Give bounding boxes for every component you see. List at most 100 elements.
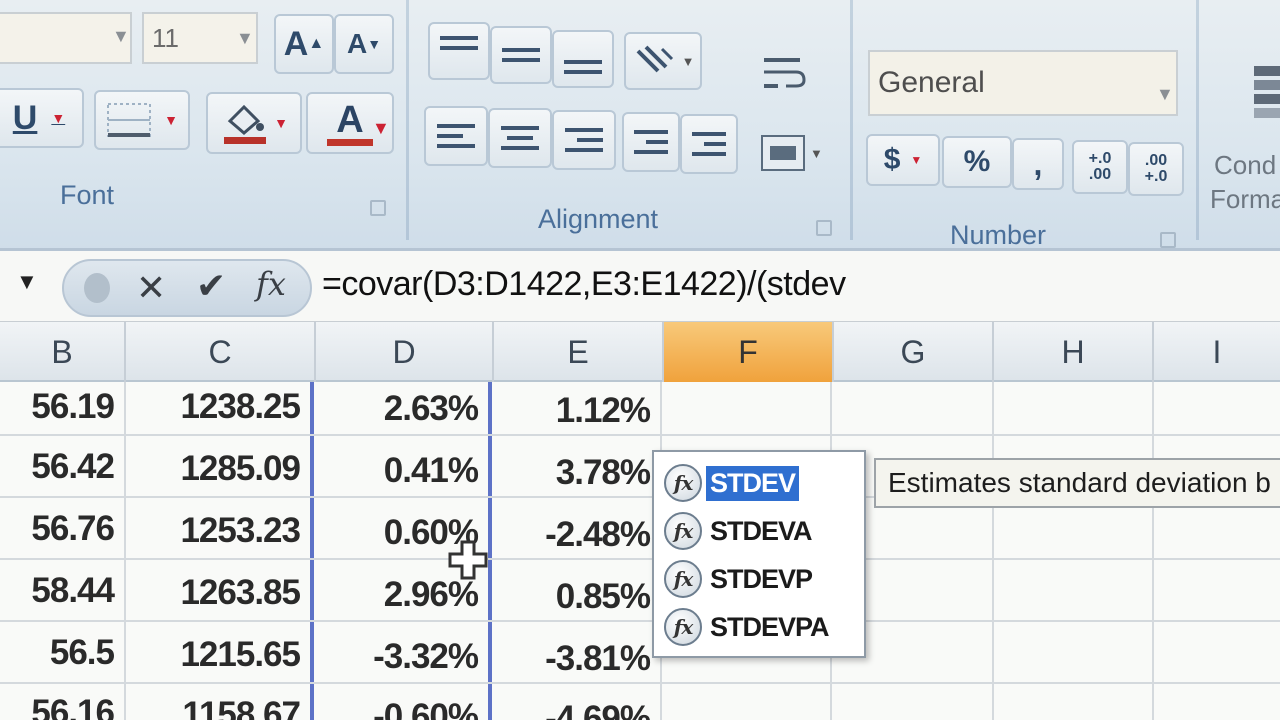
- cell-d[interactable]: 2.63%: [312, 378, 488, 440]
- alignment-group-label: Alignment: [538, 204, 659, 234]
- cell-e[interactable]: -2.48%: [490, 504, 660, 566]
- increase-indent-button[interactable]: [680, 114, 738, 174]
- number-format-dropdown-icon[interactable]: ▼: [1156, 84, 1174, 105]
- increase-decimal-label: +.0 .00: [1088, 150, 1112, 183]
- decrease-indent-button[interactable]: [622, 112, 680, 172]
- cell-e[interactable]: 3.78%: [490, 442, 660, 504]
- conditional-formatting-label[interactable]: Cond: [1214, 150, 1276, 181]
- merge-center-button[interactable]: ▼: [760, 128, 834, 178]
- conditional-formatting-label-2[interactable]: Forma: [1210, 184, 1280, 215]
- autocomplete-item-stdevpa[interactable]: fx STDEVPA: [664, 604, 833, 650]
- function-fx-icon: fx: [664, 560, 702, 598]
- paint-bucket-icon: [224, 104, 267, 144]
- function-fx-icon: fx: [664, 512, 702, 550]
- font-dialog-launcher[interactable]: [370, 200, 386, 216]
- conditional-formatting-icon[interactable]: [1250, 64, 1280, 128]
- currency-dropdown-icon[interactable]: ▼: [910, 153, 922, 167]
- ribbon-separator: [1196, 0, 1199, 240]
- column-header-c[interactable]: C: [126, 322, 316, 382]
- increase-indent-icon: [692, 132, 726, 156]
- align-middle-button[interactable]: [490, 26, 552, 84]
- column-header-d[interactable]: D: [316, 322, 494, 382]
- font-name-dropdown-icon[interactable]: ▼: [112, 26, 130, 47]
- shrink-font-button[interactable]: A ▼: [334, 14, 394, 74]
- align-middle-icon: [502, 48, 540, 62]
- font-color-dropdown-icon[interactable]: ▼: [372, 118, 390, 139]
- fill-color-button[interactable]: ▼: [206, 92, 302, 154]
- align-center-button[interactable]: [488, 108, 552, 168]
- number-dialog-launcher[interactable]: [1160, 232, 1176, 248]
- align-left-button[interactable]: [424, 106, 488, 166]
- text-orientation-icon: [636, 45, 673, 73]
- cell-c[interactable]: 1158.67: [124, 684, 310, 720]
- autocomplete-item-stdev[interactable]: fx STDEV: [664, 460, 800, 506]
- grid-line: [992, 382, 994, 720]
- cell-d[interactable]: -3.32%: [312, 626, 488, 688]
- autocomplete-item-stdevp[interactable]: fx STDEVP: [664, 556, 816, 602]
- cell-b[interactable]: 56.19: [0, 376, 124, 438]
- fill-color-dropdown-icon[interactable]: ▼: [274, 115, 288, 131]
- font-color-label: A: [336, 98, 364, 141]
- number-group-label: Number: [950, 220, 1047, 250]
- cell-d[interactable]: 0.41%: [312, 440, 488, 502]
- borders-dropdown-icon[interactable]: ▼: [164, 112, 178, 128]
- cell-c[interactable]: 1215.65: [124, 624, 310, 686]
- column-header-h[interactable]: H: [994, 322, 1154, 382]
- cell-c[interactable]: 1238.25: [124, 376, 310, 438]
- align-bottom-button[interactable]: [552, 30, 614, 88]
- cell-d[interactable]: -0.60%: [312, 686, 488, 720]
- percent-label: %: [963, 145, 991, 178]
- decrease-decimal-button[interactable]: .00 +.0: [1128, 142, 1184, 196]
- font-size-dropdown-icon[interactable]: ▼: [236, 28, 254, 49]
- cell-grid[interactable]: 56.19 1238.25 2.63% 1.12% 56.42 1285.09 …: [0, 382, 1280, 720]
- orientation-dropdown-icon[interactable]: ▼: [682, 54, 695, 69]
- cell-c[interactable]: 1263.85: [124, 562, 310, 624]
- align-top-button[interactable]: [428, 22, 490, 80]
- cell-b[interactable]: 58.44: [0, 560, 124, 622]
- merge-cells-icon: [761, 135, 805, 171]
- cell-e[interactable]: -3.81%: [490, 628, 660, 690]
- column-header-f[interactable]: F: [664, 322, 834, 382]
- grow-font-button[interactable]: A ▲: [274, 14, 334, 74]
- currency-button[interactable]: $ ▼: [866, 134, 940, 186]
- autocomplete-item-stdeva[interactable]: fx STDEVA: [664, 508, 816, 554]
- column-header-e[interactable]: E: [494, 322, 664, 382]
- column-header-b[interactable]: B: [0, 322, 126, 382]
- autocomplete-item-label: STDEVP: [710, 563, 813, 594]
- cell-e[interactable]: 1.12%: [490, 380, 660, 442]
- cancel-x-icon[interactable]: ✕: [136, 267, 166, 309]
- column-header-g[interactable]: G: [834, 322, 994, 382]
- underline-dropdown-icon[interactable]: ▼: [51, 110, 65, 126]
- insert-function-fx-icon[interactable]: fx: [256, 265, 286, 303]
- increase-decimal-button[interactable]: +.0 .00: [1072, 140, 1128, 194]
- orientation-button[interactable]: ▼: [624, 32, 702, 90]
- function-fx-icon: fx: [664, 464, 702, 502]
- formula-input[interactable]: =covar(D3:D1422,E3:E1422)/(stdev: [322, 265, 846, 304]
- cell-b[interactable]: 56.76: [0, 498, 124, 560]
- underline-button[interactable]: U ▼: [0, 88, 84, 148]
- cell-e[interactable]: 0.85%: [490, 566, 660, 628]
- number-format-select[interactable]: General: [868, 50, 1178, 116]
- cell-c[interactable]: 1253.23: [124, 500, 310, 562]
- comma-label: ,: [1033, 145, 1043, 182]
- cell-b[interactable]: 56.5: [0, 622, 124, 684]
- merge-dropdown-icon[interactable]: ▼: [810, 146, 823, 161]
- name-box-dropdown-icon[interactable]: ▼: [16, 269, 38, 295]
- cell-e[interactable]: -4.69%: [490, 688, 660, 720]
- autocomplete-item-label: STDEVA: [710, 515, 813, 546]
- formula-bar: ▼ ✕ ✔ fx =covar(D3:D1422,E3:E1422)/(stde…: [0, 248, 1280, 324]
- cell-c[interactable]: 1285.09: [124, 438, 310, 500]
- cell-b[interactable]: 56.42: [0, 436, 124, 498]
- align-right-button[interactable]: [552, 110, 616, 170]
- cell-b[interactable]: 56.16: [0, 682, 124, 720]
- percent-button[interactable]: %: [942, 136, 1012, 188]
- formula-bar-buttons: ✕ ✔ fx: [62, 259, 312, 317]
- wrap-text-icon[interactable]: [760, 52, 810, 96]
- borders-button[interactable]: ▼: [94, 90, 190, 150]
- enter-check-icon[interactable]: ✔: [196, 265, 226, 307]
- align-bottom-icon: [564, 60, 602, 74]
- font-size-value: 11: [152, 22, 179, 53]
- comma-style-button[interactable]: ,: [1012, 138, 1064, 190]
- column-header-i[interactable]: I: [1154, 322, 1280, 382]
- alignment-dialog-launcher[interactable]: [816, 220, 832, 236]
